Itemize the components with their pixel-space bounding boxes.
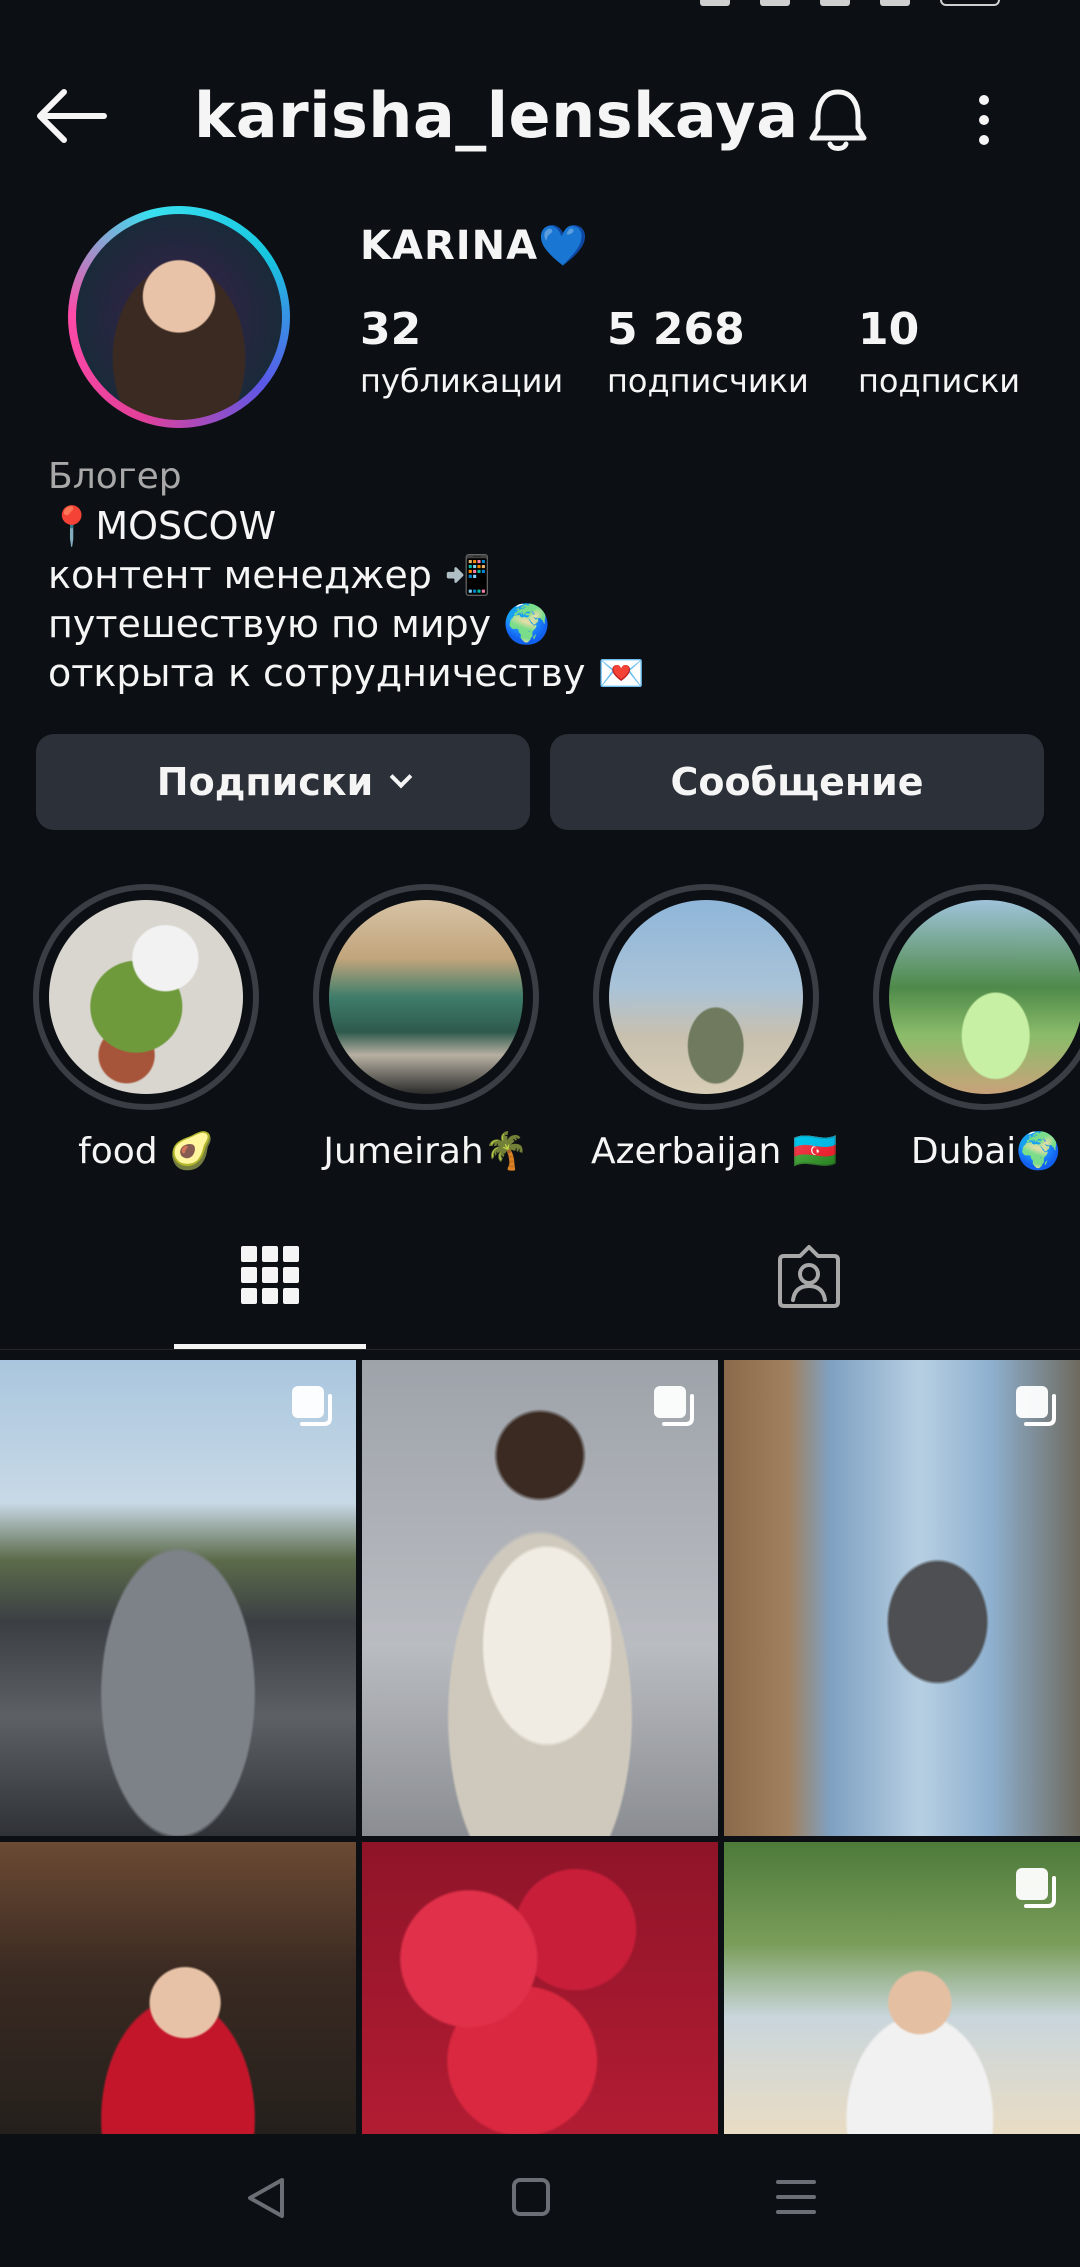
profile-category: Блогер <box>48 456 182 497</box>
grid-post[interactable] <box>724 1360 1080 1836</box>
grid-post[interactable] <box>362 1360 718 1836</box>
highlight-label: Azerbaijan 🇦🇿 <box>591 1131 838 1172</box>
nav-recents-icon[interactable] <box>776 2176 816 2218</box>
signal-icon <box>700 0 730 6</box>
message-button-label: Сообщение <box>670 760 924 804</box>
highlight-thumbnail <box>329 900 523 1094</box>
system-navigation-bar <box>0 2134 1080 2267</box>
stat-posts-label: публикации <box>360 362 564 400</box>
stat-following-label: подписки <box>858 362 1021 400</box>
stat-posts[interactable]: 32 публикации <box>360 302 563 404</box>
multiple-photos-icon <box>1016 1386 1056 1426</box>
tab-divider <box>0 1349 1080 1350</box>
highlight-thumbnail <box>889 900 1080 1094</box>
profile-bio: Блогер 📍MOSCOW контент менеджер 📲 путеше… <box>48 452 1028 698</box>
highlight-thumbnail <box>49 900 243 1094</box>
display-name: KARINA💙 <box>360 223 589 269</box>
nav-back-icon[interactable] <box>244 2174 288 2222</box>
following-button[interactable]: Подписки <box>36 734 530 830</box>
stat-following[interactable]: 10 подписки <box>858 302 1020 404</box>
stat-followers-label: подписчики <box>607 362 809 400</box>
grid-post[interactable] <box>0 1842 356 2134</box>
highlight-ring <box>313 884 539 1110</box>
bio-line: открыта к сотрудничеству 💌 <box>48 651 645 695</box>
highlight-item[interactable]: food 🥑 <box>31 884 261 1174</box>
highlight-item[interactable]: Azerbaijan 🇦🇿 <box>591 884 838 1174</box>
highlight-label: Jumeirah🌴 <box>323 1131 529 1172</box>
bell-icon[interactable] <box>802 84 874 156</box>
avatar <box>76 214 282 420</box>
profile-username: karisha_lenskaya <box>194 79 799 152</box>
grid-post[interactable] <box>724 1842 1080 2134</box>
stat-posts-count: 32 <box>360 304 422 355</box>
nav-home-icon[interactable] <box>512 2178 550 2216</box>
highlight-ring <box>593 884 819 1110</box>
profile-screen: karisha_lenskaya KARINA💙 32 публикации 5… <box>0 0 1080 2267</box>
stat-followers[interactable]: 5 268 подписчики <box>607 302 809 404</box>
signal-icon <box>760 0 790 6</box>
status-bar <box>0 0 1080 20</box>
network-icon <box>880 0 910 6</box>
highlight-item[interactable]: Dubai🌍 <box>871 884 1080 1174</box>
battery-icon <box>940 0 1000 6</box>
more-vertical-icon[interactable] <box>964 90 1004 150</box>
highlight-item[interactable]: Jumeirah🌴 <box>311 884 541 1174</box>
wifi-icon <box>820 0 850 6</box>
grid-post[interactable] <box>362 1842 718 2134</box>
bio-line: путешествую по миру 🌍 <box>48 602 551 646</box>
multiple-photos-icon <box>654 1386 694 1426</box>
multiple-photos-icon <box>292 1386 332 1426</box>
profile-tabs <box>0 1220 1080 1350</box>
bio-line: контент менеджер 📲 <box>48 553 492 597</box>
highlight-thumbnail <box>609 900 803 1094</box>
grid-icon[interactable] <box>241 1246 299 1304</box>
stat-following-count: 10 <box>858 304 920 355</box>
following-button-label: Подписки <box>156 760 374 804</box>
highlight-label: food 🥑 <box>78 1131 214 1172</box>
profile-avatar-ring[interactable] <box>68 206 290 428</box>
highlight-ring <box>873 884 1080 1110</box>
bio-line: 📍MOSCOW <box>48 504 277 548</box>
highlight-ring <box>33 884 259 1110</box>
stat-followers-count: 5 268 <box>607 304 745 355</box>
profile-header-bar: karisha_lenskaya <box>0 60 1080 172</box>
grid-post[interactable] <box>0 1360 356 1836</box>
tagged-icon[interactable] <box>776 1244 842 1310</box>
chevron-down-icon <box>389 765 413 789</box>
arrow-left-icon[interactable] <box>34 88 108 144</box>
multiple-photos-icon <box>1016 1868 1056 1908</box>
highlight-label: Dubai🌍 <box>910 1131 1062 1172</box>
message-button[interactable]: Сообщение <box>550 734 1044 830</box>
